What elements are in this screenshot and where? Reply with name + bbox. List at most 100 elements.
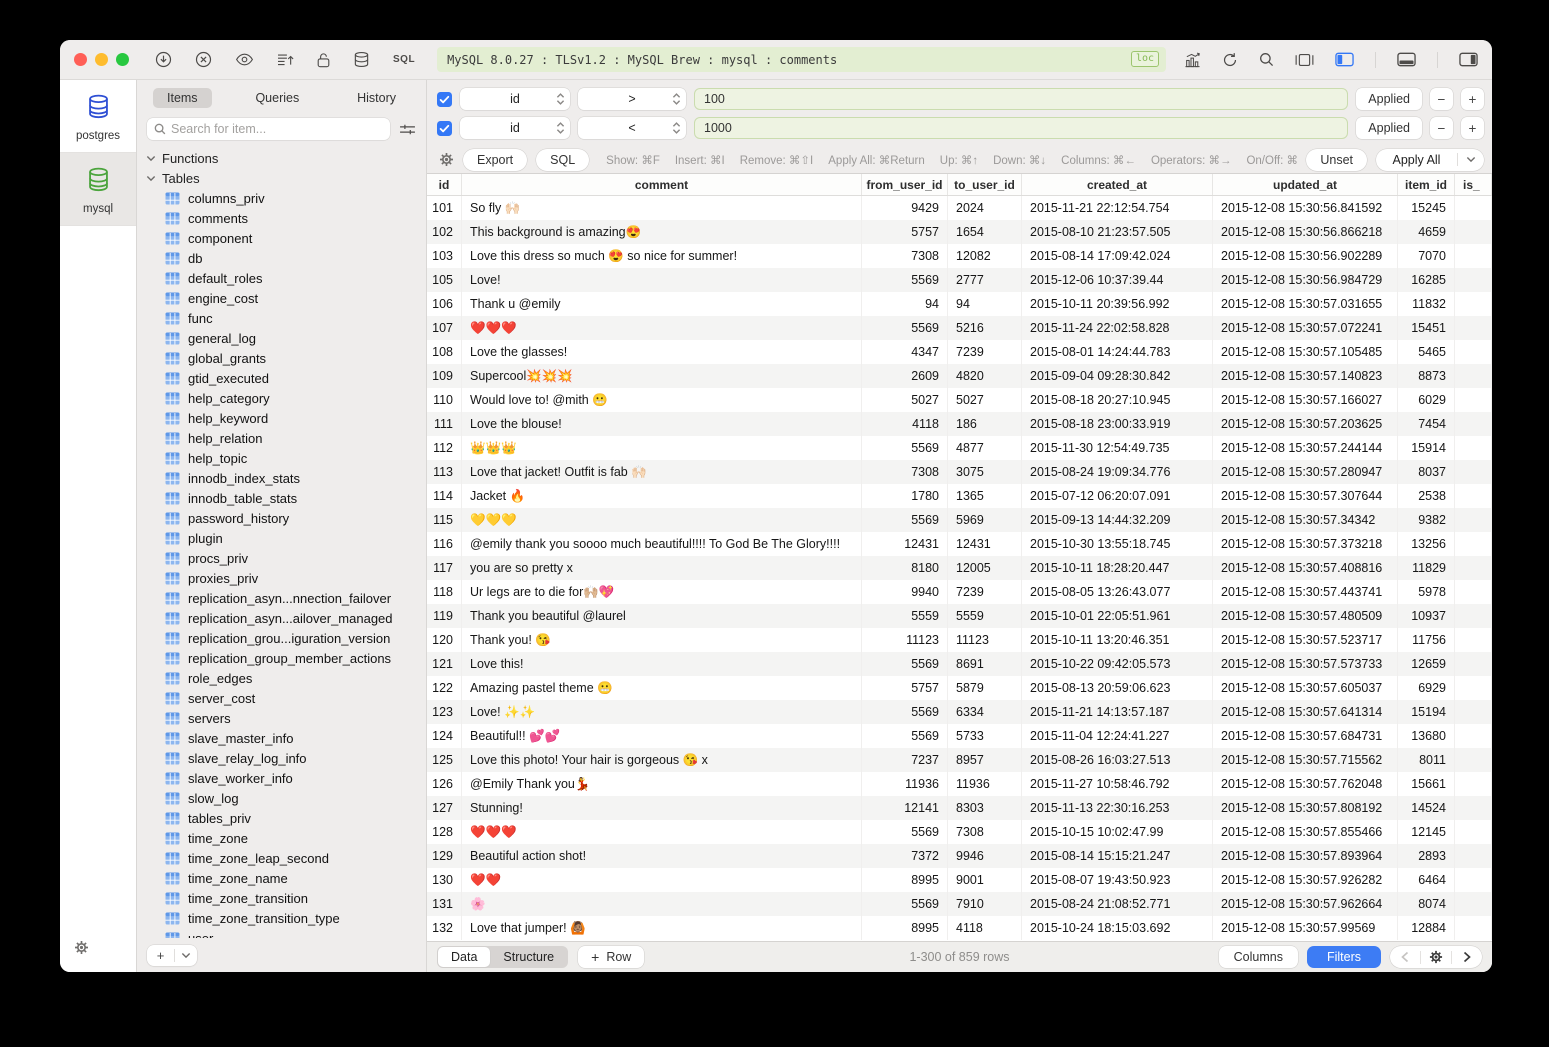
cell-is_[interactable] [1455,220,1492,244]
cell-to_user_id[interactable]: 1365 [948,484,1022,508]
cell-from_user_id[interactable]: 5757 [862,676,948,700]
cell-comment[interactable]: @emily thank you soooo much beautiful!!!… [462,532,862,556]
cell-item_id[interactable]: 8873 [1398,364,1455,388]
filter-settings-gear-icon[interactable] [439,152,454,167]
cell-from_user_id[interactable]: 1780 [862,484,948,508]
cell-created_at[interactable]: 2015-10-11 13:20:46.351 [1022,628,1213,652]
sidebar-table-help_keyword[interactable]: help_keyword [137,408,426,428]
cell-item_id[interactable]: 6464 [1398,868,1455,892]
cell-is_[interactable] [1455,676,1492,700]
cell-updated_at[interactable]: 2015-12-08 15:30:56.902289 [1213,244,1398,268]
search-icon[interactable] [1259,52,1274,67]
cell-comment[interactable]: Amazing pastel theme 😬 [462,676,862,700]
cell-updated_at[interactable]: 2015-12-08 15:30:57.715562 [1213,748,1398,772]
cell-is_[interactable] [1455,580,1492,604]
cell-updated_at[interactable]: 2015-12-08 15:30:57.443741 [1213,580,1398,604]
filter-add-button[interactable]: + [1461,117,1484,139]
cell-id[interactable]: 114 [427,484,462,508]
filter-enabled-checkbox[interactable] [437,92,452,107]
cell-id[interactable]: 109 [427,364,462,388]
table-row[interactable]: 109Supercool💥💥💥260948202015-09-04 09:28:… [427,364,1492,388]
cell-to_user_id[interactable]: 4820 [948,364,1022,388]
cell-is_[interactable] [1455,556,1492,580]
cell-item_id[interactable]: 14524 [1398,796,1455,820]
cell-created_at[interactable]: 2015-08-07 19:43:50.923 [1022,868,1213,892]
cell-comment[interactable]: Love! [462,268,862,292]
table-row[interactable]: 121Love this!556986912015-10-22 09:42:05… [427,652,1492,676]
tab-queries[interactable]: Queries [241,88,313,108]
cell-from_user_id[interactable]: 11936 [862,772,948,796]
close-window-button[interactable] [74,53,87,66]
cell-comment[interactable]: Jacket 🔥 [462,484,862,508]
cell-created_at[interactable]: 2015-10-15 10:02:47.99 [1022,820,1213,844]
cell-updated_at[interactable]: 2015-12-08 15:30:57.641314 [1213,700,1398,724]
cell-comment[interactable]: 💛💛💛 [462,508,862,532]
cell-comment[interactable]: @Emily Thank you💃 [462,772,862,796]
cell-updated_at[interactable]: 2015-12-08 15:30:57.605037 [1213,676,1398,700]
add-row-button[interactable]: + Row [578,946,644,968]
tab-data[interactable]: Data [438,947,490,967]
cell-updated_at[interactable]: 2015-12-08 15:30:57.99569 [1213,916,1398,940]
cell-to_user_id[interactable]: 9946 [948,844,1022,868]
sidebar-table-help_relation[interactable]: help_relation [137,428,426,448]
filter-operator-select[interactable]: > [578,88,686,110]
cell-to_user_id[interactable]: 11123 [948,628,1022,652]
cell-to_user_id[interactable]: 7239 [948,580,1022,604]
cell-comment[interactable]: you are so pretty x [462,556,862,580]
cell-id[interactable]: 116 [427,532,462,556]
cell-from_user_id[interactable]: 11123 [862,628,948,652]
cell-is_[interactable] [1455,532,1492,556]
table-row[interactable]: 124Beautiful!! 💕💕556957332015-11-04 12:2… [427,724,1492,748]
column-header-updated_at[interactable]: updated_at [1213,174,1398,195]
cell-comment[interactable]: Love that jacket! Outfit is fab 🙌🏻 [462,460,862,484]
table-row[interactable]: 106Thank u @emily94942015-10-11 20:39:56… [427,292,1492,316]
cell-updated_at[interactable]: 2015-12-08 15:30:57.573733 [1213,652,1398,676]
right-panel-icon[interactable] [1459,52,1478,67]
cell-to_user_id[interactable]: 8303 [948,796,1022,820]
cell-updated_at[interactable]: 2015-12-08 15:30:57.105485 [1213,340,1398,364]
cell-is_[interactable] [1455,604,1492,628]
zoom-window-button[interactable] [116,53,129,66]
filter-add-button[interactable]: + [1461,88,1484,110]
table-row[interactable]: 120Thank you! 😘11123111232015-10-11 13:2… [427,628,1492,652]
table-row[interactable]: 126@Emily Thank you💃11936119362015-11-27… [427,772,1492,796]
cell-from_user_id[interactable]: 4347 [862,340,948,364]
cell-item_id[interactable]: 10937 [1398,604,1455,628]
cell-created_at[interactable]: 2015-08-24 19:09:34.776 [1022,460,1213,484]
cell-id[interactable]: 130 [427,868,462,892]
cell-from_user_id[interactable]: 5757 [862,220,948,244]
cell-item_id[interactable]: 13256 [1398,532,1455,556]
table-row[interactable]: 114Jacket 🔥178013652015-07-12 06:20:07.0… [427,484,1492,508]
cell-comment[interactable]: ❤️❤️❤️ [462,820,862,844]
filter-value-input[interactable]: 100 [694,88,1348,110]
plus-icon[interactable]: + [147,948,174,963]
cell-id[interactable]: 120 [427,628,462,652]
cell-from_user_id[interactable]: 5569 [862,436,948,460]
sidebar-table-gtid_executed[interactable]: gtid_executed [137,368,426,388]
sidebar-table-replication_asyn...ailover_managed[interactable]: replication_asyn...ailover_managed [137,608,426,628]
sidebar-table-role_edges[interactable]: role_edges [137,668,426,688]
previous-page-icon[interactable] [1390,951,1420,963]
cell-from_user_id[interactable]: 94 [862,292,948,316]
cell-from_user_id[interactable]: 5559 [862,604,948,628]
cell-id[interactable]: 117 [427,556,462,580]
sidebar-table-proxies_priv[interactable]: proxies_priv [137,568,426,588]
cell-to_user_id[interactable]: 4118 [948,916,1022,940]
cell-id[interactable]: 108 [427,340,462,364]
cell-id[interactable]: 106 [427,292,462,316]
cell-to_user_id[interactable]: 12431 [948,532,1022,556]
filter-applied-button[interactable]: Applied [1356,88,1422,110]
cell-is_[interactable] [1455,436,1492,460]
cell-item_id[interactable]: 15245 [1398,196,1455,220]
cell-item_id[interactable]: 11756 [1398,628,1455,652]
cell-id[interactable]: 125 [427,748,462,772]
tab-items[interactable]: Items [153,88,212,108]
settings-gear-icon[interactable] [74,940,89,955]
sidebar-table-global_grants[interactable]: global_grants [137,348,426,368]
cell-item_id[interactable]: 8074 [1398,892,1455,916]
cell-created_at[interactable]: 2015-08-26 16:03:27.513 [1022,748,1213,772]
cell-is_[interactable] [1455,412,1492,436]
table-row[interactable]: 111Love the blouse!41181862015-08-18 23:… [427,412,1492,436]
cell-from_user_id[interactable]: 7372 [862,844,948,868]
cell-id[interactable]: 121 [427,652,462,676]
